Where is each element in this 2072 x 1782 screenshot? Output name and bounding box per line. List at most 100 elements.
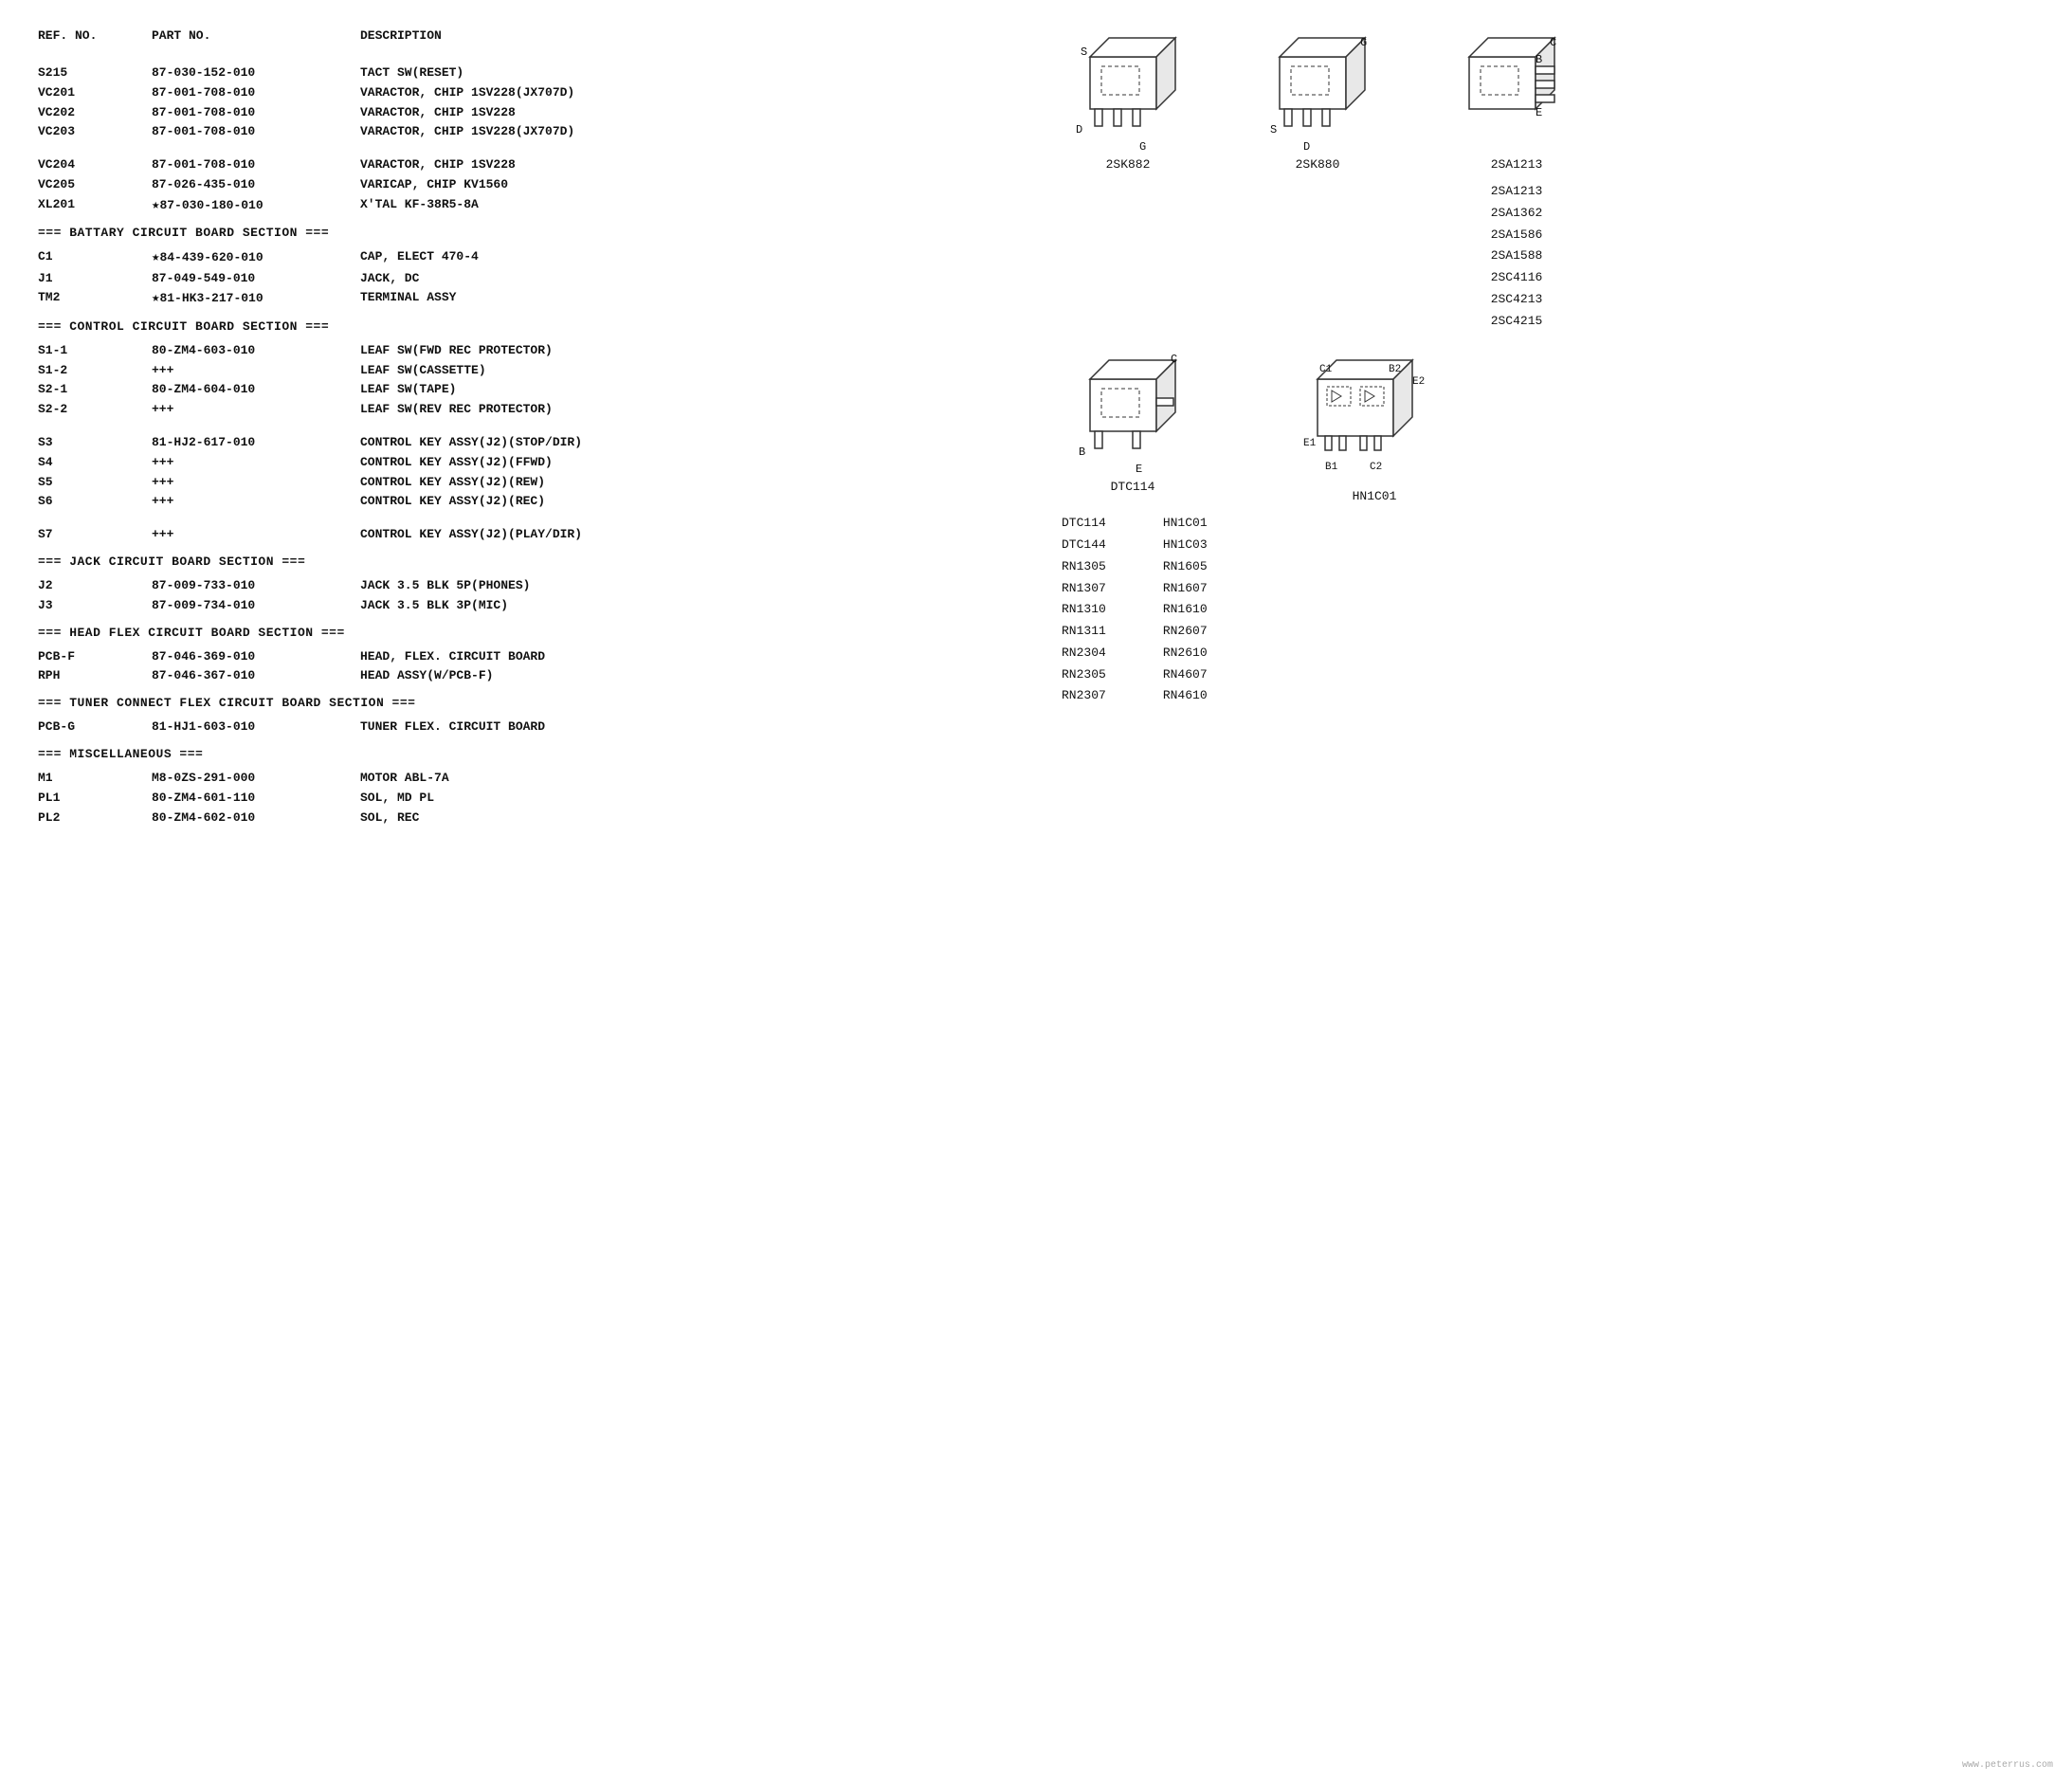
svg-text:E1: E1 bbox=[1303, 438, 1317, 449]
label-dtc114: DTC114 bbox=[1111, 480, 1155, 494]
component-list-item: 2SA1362 bbox=[1491, 203, 1543, 225]
component-list-item: 2SC4116 bbox=[1491, 267, 1543, 289]
cell-ref: M1 bbox=[38, 769, 152, 789]
cell-ref: J3 bbox=[38, 596, 152, 616]
table-row: S1-2+++LEAF SW(CASSETTE) bbox=[38, 361, 1043, 381]
cell-ref: VC203 bbox=[38, 122, 152, 142]
svg-text:B2: B2 bbox=[1389, 364, 1401, 375]
cell-desc: TUNER FLEX. CIRCUIT BOARD bbox=[360, 718, 1043, 737]
cell-ref: S6 bbox=[38, 492, 152, 512]
cell-desc: JACK 3.5 BLK 5P(PHONES) bbox=[360, 576, 1043, 596]
list-item: RN1607 bbox=[1163, 578, 1208, 600]
section-header-battery: === BATTARY CIRCUIT BOARD SECTION === bbox=[38, 226, 1043, 240]
svg-text:D: D bbox=[1303, 140, 1310, 152]
section-header-tuner: === TUNER CONNECT FLEX CIRCUIT BOARD SEC… bbox=[38, 696, 1043, 710]
list-item: RN2610 bbox=[1163, 643, 1208, 664]
cell-desc: VARACTOR, CHIP 1SV228 bbox=[360, 155, 1043, 175]
cell-part: 87-009-733-010 bbox=[152, 576, 360, 596]
component-list-item: 2SA1588 bbox=[1491, 245, 1543, 267]
diagram-hn1c01: C1 B2 E2 E1 B1 C2 HN1C01 bbox=[1280, 351, 1469, 503]
section-header-control: === CONTROL CIRCUIT BOARD SECTION === bbox=[38, 319, 1043, 334]
cell-ref: VC201 bbox=[38, 83, 152, 103]
cell-ref: PL1 bbox=[38, 789, 152, 809]
cell-desc: JACK 3.5 BLK 3P(MIC) bbox=[360, 596, 1043, 616]
cell-ref: TM2 bbox=[38, 288, 152, 309]
list-item: RN4610 bbox=[1163, 685, 1208, 707]
label-2sa1213: 2SA1213 bbox=[1491, 157, 1543, 172]
list-item: DTC144 bbox=[1062, 535, 1106, 556]
list-item: DTC114 bbox=[1062, 513, 1106, 535]
table-row: J287-009-733-010JACK 3.5 BLK 5P(PHONES) bbox=[38, 576, 1043, 596]
component-list-item: 2SC4213 bbox=[1491, 289, 1543, 311]
cell-desc: LEAF SW(REV REC PROTECTOR) bbox=[360, 400, 1043, 420]
cell-ref: PL2 bbox=[38, 809, 152, 828]
cell-part: 81-HJ2-617-010 bbox=[152, 433, 360, 453]
component-list-item: 2SA1213 bbox=[1491, 181, 1543, 203]
cell-ref: S1-2 bbox=[38, 361, 152, 381]
table-row: XL201★87-030-180-010X'TAL KF-38R5-8A bbox=[38, 195, 1043, 216]
cell-ref: VC202 bbox=[38, 103, 152, 123]
svg-2sa1213: C B E bbox=[1441, 28, 1592, 152]
cell-part: 87-046-369-010 bbox=[152, 647, 360, 667]
table-row: C1★84-439-620-010CAP, ELECT 470-4 bbox=[38, 247, 1043, 268]
cell-desc: CONTROL KEY ASSY(J2)(REW) bbox=[360, 473, 1043, 493]
cell-ref: C1 bbox=[38, 247, 152, 268]
watermark: www.peterrus.com bbox=[1962, 1760, 2053, 1771]
cell-part: +++ bbox=[152, 453, 360, 473]
svg-text:S: S bbox=[1270, 123, 1277, 136]
table-row: J387-009-734-010JACK 3.5 BLK 3P(MIC) bbox=[38, 596, 1043, 616]
table-row: PCB-G81-HJ1-603-010TUNER FLEX. CIRCUIT B… bbox=[38, 718, 1043, 737]
cell-desc: VARICAP, CHIP KV1560 bbox=[360, 175, 1043, 195]
cell-desc: SOL, REC bbox=[360, 809, 1043, 828]
list-item: RN2307 bbox=[1062, 685, 1106, 707]
svg-text:B1: B1 bbox=[1325, 462, 1338, 473]
cell-part: M8-0ZS-291-000 bbox=[152, 769, 360, 789]
table-row: S21587-030-152-010TACT SW(RESET) bbox=[38, 64, 1043, 83]
cell-desc: CONTROL KEY ASSY(J2)(REC) bbox=[360, 492, 1043, 512]
svg-text:G: G bbox=[1139, 140, 1146, 152]
cell-desc: LEAF SW(CASSETTE) bbox=[360, 361, 1043, 381]
diagram-2sk880: G S D 2SK880 bbox=[1251, 28, 1384, 332]
cell-desc: HEAD ASSY(W/PCB-F) bbox=[360, 666, 1043, 686]
left-column: REF. NO. PART NO. DESCRIPTION S21587-030… bbox=[38, 28, 1043, 827]
header-desc: DESCRIPTION bbox=[360, 28, 1043, 43]
cell-part: +++ bbox=[152, 492, 360, 512]
diagrams-bottom: B C E DTC114 bbox=[1062, 351, 2034, 503]
bottom-left-list: DTC114DTC144RN1305RN1307RN1310RN1311RN23… bbox=[1062, 513, 1106, 707]
list-item: RN1310 bbox=[1062, 599, 1106, 621]
cell-desc: VARACTOR, CHIP 1SV228(JX707D) bbox=[360, 122, 1043, 142]
cell-ref: S3 bbox=[38, 433, 152, 453]
cell-part: 87-046-367-010 bbox=[152, 666, 360, 686]
parts-container: S21587-030-152-010TACT SW(RESET)VC20187-… bbox=[38, 64, 1043, 827]
cell-ref: PCB-F bbox=[38, 647, 152, 667]
table-row: VC20187-001-708-010VARACTOR, CHIP 1SV228… bbox=[38, 83, 1043, 103]
table-row: TM2★81-HK3-217-010TERMINAL ASSY bbox=[38, 288, 1043, 309]
table-row: S2-180-ZM4-604-010LEAF SW(TAPE) bbox=[38, 380, 1043, 400]
cell-part: 87-001-708-010 bbox=[152, 155, 360, 175]
cell-part: 80-ZM4-602-010 bbox=[152, 809, 360, 828]
section-header-misc: === MISCELLANEOUS === bbox=[38, 747, 1043, 761]
svg-2sk880: G S D bbox=[1251, 28, 1384, 152]
main-layout: REF. NO. PART NO. DESCRIPTION S21587-030… bbox=[38, 28, 2034, 827]
list-item: RN1605 bbox=[1163, 556, 1208, 578]
list-item: RN1610 bbox=[1163, 599, 1208, 621]
svg-text:G: G bbox=[1360, 36, 1367, 49]
cell-ref: S215 bbox=[38, 64, 152, 83]
svg-text:C1: C1 bbox=[1319, 364, 1333, 375]
table-header: REF. NO. PART NO. DESCRIPTION bbox=[38, 28, 1043, 46]
svg-text:C2: C2 bbox=[1370, 462, 1382, 473]
cell-ref: RPH bbox=[38, 666, 152, 686]
table-row: VC20487-001-708-010VARACTOR, CHIP 1SV228 bbox=[38, 155, 1043, 175]
table-row: S381-HJ2-617-010CONTROL KEY ASSY(J2)(STO… bbox=[38, 433, 1043, 453]
cell-desc: CONTROL KEY ASSY(J2)(FFWD) bbox=[360, 453, 1043, 473]
diagrams-top: S D G 2SK882 G S D bbox=[1062, 28, 2034, 332]
cell-part: +++ bbox=[152, 400, 360, 420]
cell-desc: X'TAL KF-38R5-8A bbox=[360, 195, 1043, 216]
cell-part: +++ bbox=[152, 473, 360, 493]
cell-part: 87-001-708-010 bbox=[152, 122, 360, 142]
cell-part: 80-ZM4-604-010 bbox=[152, 380, 360, 400]
cell-desc: VARACTOR, CHIP 1SV228 bbox=[360, 103, 1043, 123]
svg-text:E: E bbox=[1536, 106, 1542, 119]
svg-text:D: D bbox=[1076, 123, 1082, 136]
table-row: VC20387-001-708-010VARACTOR, CHIP 1SV228… bbox=[38, 122, 1043, 142]
